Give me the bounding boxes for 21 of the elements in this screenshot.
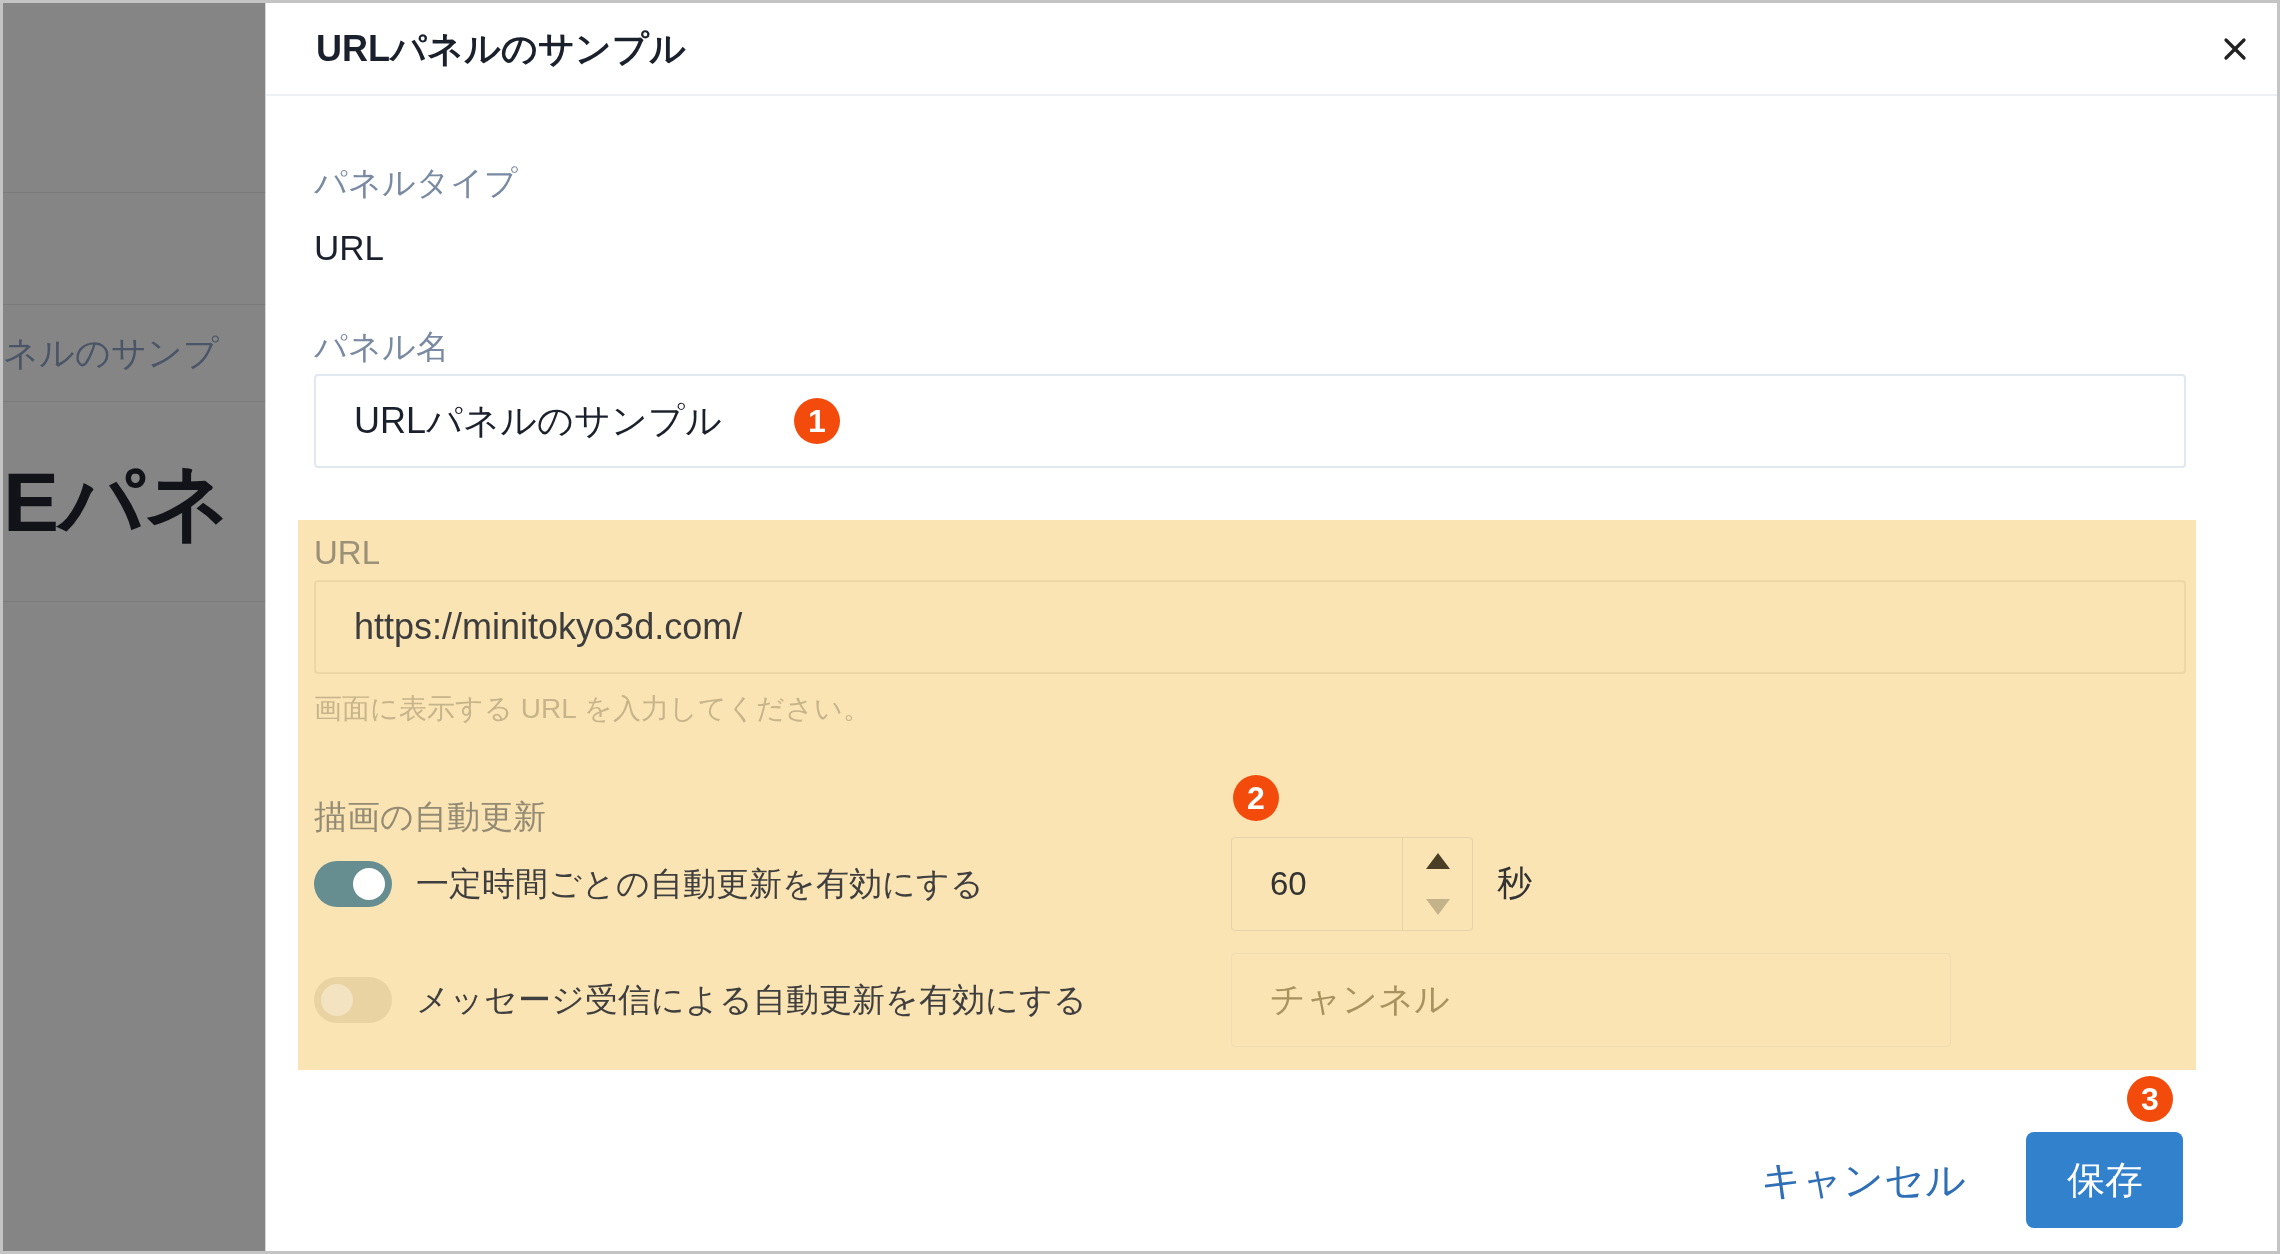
number-marker: 2 [1233, 775, 1279, 821]
up-arrow-icon[interactable] [1425, 852, 1450, 869]
toggle-label: メッセージ受信による自動更新を有効にする [416, 979, 1087, 1020]
save-button[interactable]: 保存 [2026, 1132, 2183, 1228]
number-field[interactable]: 60 [1231, 836, 1473, 931]
section-label: 描画の自動更新 [314, 797, 546, 837]
toggle-label: 一定時間ごとの自動更新を有効にする [416, 863, 984, 904]
number-marker: 1 [794, 398, 840, 444]
panel-type-value: URL [314, 227, 386, 269]
page-heading: Eパネ [3, 459, 232, 544]
web-address-field[interactable]: https://minitokyo3d.com/ [314, 580, 2186, 674]
unit-label: 秒 [1497, 862, 1532, 905]
field-label: URL [314, 533, 382, 573]
field-label: パネルタイプ [314, 163, 519, 203]
cancel-button[interactable]: キャンセル [1761, 1150, 1966, 1210]
number-marker: 3 [2127, 1076, 2173, 1122]
toggle-switch[interactable] [314, 860, 392, 907]
breadcrumb-text: ネルのサンプ [3, 331, 219, 374]
toggle-switch[interactable] [314, 976, 392, 1023]
field-label: パネル名 [314, 327, 450, 367]
dialog-title: URLパネルのサンプル [316, 26, 686, 71]
